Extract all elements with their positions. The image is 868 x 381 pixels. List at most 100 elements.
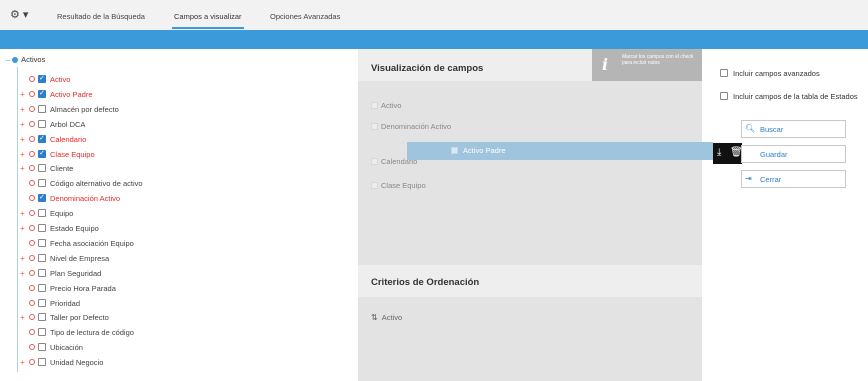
- tree-item-label: Ubicación: [50, 343, 83, 353]
- required-circle-icon[interactable]: [29, 120, 35, 127]
- tree-item-label: Calendario: [50, 134, 87, 144]
- tree-item-label: Plan Seguridad: [50, 268, 102, 278]
- null-checkbox[interactable]: [371, 102, 378, 109]
- expand-plus-icon[interactable]: +: [20, 209, 25, 218]
- required-circle-icon[interactable]: [29, 135, 35, 142]
- required-circle-icon[interactable]: [29, 359, 35, 366]
- field-checkbox[interactable]: [38, 119, 46, 128]
- expand-plus-icon[interactable]: +: [20, 150, 25, 159]
- required-circle-icon[interactable]: [29, 329, 35, 336]
- sort-criterion[interactable]: ⇅ Activo: [371, 313, 402, 322]
- field-action-bar: ⤓ 🗑: [713, 143, 743, 164]
- null-checkbox[interactable]: [371, 182, 378, 189]
- tree-item-label: Tipo de lectura de código: [50, 328, 134, 338]
- required-circle-icon[interactable]: [29, 150, 35, 157]
- display-field[interactable]: Clase Equipo: [371, 181, 426, 190]
- tab-fields-to-display[interactable]: Campos a visualizar: [172, 12, 244, 29]
- field-checkbox[interactable]: [38, 238, 46, 247]
- required-circle-icon[interactable]: [29, 210, 35, 217]
- field-checkbox[interactable]: [38, 328, 46, 337]
- close-button[interactable]: ⇥ Cerrar: [741, 170, 846, 188]
- search-button[interactable]: 🔍︎ Buscar: [741, 120, 846, 138]
- visualization-title: Visualización de campos: [371, 63, 484, 74]
- include-states-checkbox[interactable]: [720, 92, 728, 100]
- required-circle-icon[interactable]: [29, 195, 35, 202]
- field-checkbox[interactable]: [38, 268, 46, 277]
- expand-plus-icon[interactable]: +: [20, 135, 25, 144]
- required-circle-icon[interactable]: [29, 90, 35, 97]
- required-circle-icon[interactable]: [29, 254, 35, 261]
- field-checkbox[interactable]: [38, 283, 46, 292]
- required-circle-icon[interactable]: [29, 299, 35, 306]
- tree-item-label: Almacén por defecto: [50, 104, 119, 114]
- tab-advanced-options[interactable]: Opciones Avanzadas: [270, 12, 340, 21]
- required-circle-icon[interactable]: [29, 180, 35, 187]
- expand-plus-icon[interactable]: +: [20, 254, 25, 263]
- display-field[interactable]: Activo: [371, 101, 401, 110]
- tree-guide-line: [17, 67, 18, 372]
- tree-item-label: Código alternativo de activo: [50, 179, 143, 189]
- null-checkbox[interactable]: [371, 158, 378, 165]
- field-checkbox[interactable]: [38, 358, 46, 367]
- display-field[interactable]: Denominación Activo: [371, 122, 451, 131]
- expand-plus-icon[interactable]: +: [20, 358, 25, 367]
- expand-plus-icon[interactable]: +: [20, 269, 25, 278]
- expand-plus-icon[interactable]: +: [20, 120, 25, 129]
- nulls-info-text: Marcar los campos con el check para incl…: [622, 54, 694, 66]
- field-checkbox[interactable]: [38, 209, 46, 218]
- move-to-bottom-icon[interactable]: ⤓: [717, 147, 721, 159]
- tree-item-label: Arbol DCA: [50, 119, 86, 129]
- save-button[interactable]: Guardar: [741, 145, 846, 163]
- expand-plus-icon[interactable]: +: [20, 90, 25, 99]
- tab-search-results[interactable]: Resultado de la Búsqueda: [57, 12, 145, 21]
- tree-root[interactable]: – Activos: [6, 55, 45, 64]
- field-checkbox[interactable]: [38, 298, 46, 307]
- include-advanced-option[interactable]: Incluir campos avanzados: [720, 69, 820, 78]
- field-checkbox[interactable]: [38, 74, 46, 83]
- required-circle-icon[interactable]: [29, 76, 35, 82]
- tree-item-label: Precio Hora Parada: [50, 283, 116, 293]
- sorting-title: Criterios de Ordenación: [371, 277, 480, 288]
- include-advanced-checkbox[interactable]: [720, 69, 728, 77]
- field-checkbox[interactable]: [38, 89, 46, 98]
- sort-ascending-icon[interactable]: ⇅: [371, 313, 378, 322]
- field-checkbox[interactable]: [38, 253, 46, 262]
- settings-gear-icon[interactable]: ⚙ ▾: [10, 8, 28, 21]
- collapse-dash-icon[interactable]: –: [6, 55, 10, 64]
- field-checkbox[interactable]: [38, 179, 46, 188]
- include-states-option[interactable]: Incluir campos de la tabla de Estados: [720, 92, 858, 101]
- tree-item-label: Fecha asociación Equipo: [50, 238, 134, 248]
- required-circle-icon[interactable]: [29, 314, 35, 321]
- required-circle-icon[interactable]: [29, 105, 35, 112]
- fields-panel: Visualización de campos i Marcar los cam…: [358, 49, 702, 381]
- expand-plus-icon[interactable]: +: [20, 224, 25, 233]
- tree-item-label: Activo Padre: [50, 89, 93, 99]
- search-icon: 🔍︎: [745, 124, 756, 133]
- tree-item-label: Unidad Negocio: [50, 358, 104, 368]
- required-circle-icon[interactable]: [29, 269, 35, 276]
- field-checkbox[interactable]: [38, 343, 46, 352]
- field-checkbox[interactable]: [38, 149, 46, 158]
- sorting-header: Criterios de Ordenación: [358, 265, 702, 297]
- field-checkbox[interactable]: [38, 104, 46, 113]
- field-tree: – Activos Activo + Activo Padre + Almacén por…: [0, 49, 344, 381]
- field-checkbox[interactable]: [38, 164, 46, 173]
- required-circle-icon[interactable]: [29, 344, 35, 351]
- field-checkbox[interactable]: [38, 134, 46, 143]
- dragged-field[interactable]: Activo Padre: [407, 142, 713, 160]
- expand-plus-icon[interactable]: +: [20, 313, 25, 322]
- expand-plus-icon[interactable]: +: [20, 164, 25, 173]
- required-circle-icon[interactable]: [29, 225, 35, 231]
- tree-root-label: Activos: [21, 55, 46, 64]
- visualization-header: Visualización de campos: [358, 49, 592, 81]
- tree-item-label: Cliente: [50, 164, 74, 174]
- null-checkbox[interactable]: [371, 123, 378, 130]
- field-checkbox[interactable]: [38, 193, 46, 203]
- field-checkbox[interactable]: [38, 313, 46, 322]
- required-circle-icon[interactable]: [29, 284, 35, 291]
- field-checkbox[interactable]: [38, 224, 46, 232]
- required-circle-icon[interactable]: [29, 239, 35, 246]
- expand-plus-icon[interactable]: +: [20, 105, 25, 114]
- required-circle-icon[interactable]: [29, 165, 35, 172]
- root-node-icon: [12, 57, 19, 63]
